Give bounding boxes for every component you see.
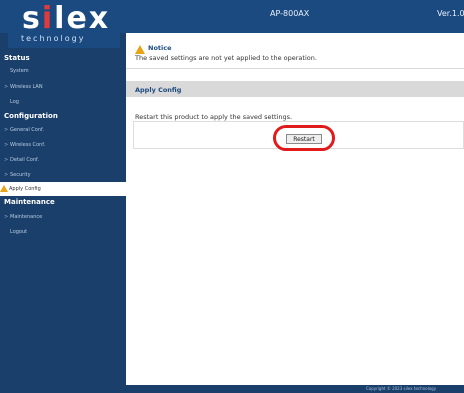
chevron-right-icon: >	[4, 84, 9, 90]
sidebar-item-log[interactable]: Log	[0, 95, 126, 109]
sidebar-item-logout[interactable]: Logout	[0, 225, 126, 239]
section-title: Apply Config	[135, 86, 182, 94]
sidebar-item-apply-config[interactable]: Apply Config	[0, 182, 126, 196]
warning-icon	[0, 182, 8, 196]
sidebar-section-configuration: Configuration	[4, 112, 58, 120]
main-content: Notice The saved settings are not yet ap…	[126, 33, 464, 385]
apply-description: Restart this product to apply the saved …	[135, 113, 293, 121]
chevron-right-icon: >	[4, 127, 9, 133]
silex-logo: silex technology	[8, 4, 120, 48]
footer: Copyright © 2023 silex technology	[126, 385, 464, 393]
logo-tagline: technology	[21, 34, 86, 43]
sidebar-section-maintenance: Maintenance	[4, 198, 55, 206]
section-header: Apply Config	[126, 81, 464, 97]
firmware-version: Ver.1.0.0	[437, 9, 464, 18]
restart-button[interactable]: Restart	[286, 134, 322, 144]
warning-icon	[135, 45, 145, 54]
sidebar-item-general-conf[interactable]: > General Conf.	[0, 123, 126, 137]
sidebar: Status System > Wireless LAN Log Configu…	[0, 48, 126, 393]
notice-title: Notice	[148, 44, 172, 52]
sidebar-item-wireless-conf[interactable]: > Wireless Conf.	[0, 138, 126, 152]
sidebar-item-detail-conf[interactable]: > Detail Conf.	[0, 153, 126, 167]
sidebar-item-maintenance[interactable]: > Maintenance	[0, 210, 126, 224]
model-name: AP-800AX	[270, 9, 310, 18]
chevron-right-icon: >	[4, 172, 9, 178]
sidebar-item-wireless-lan[interactable]: > Wireless LAN	[0, 80, 126, 94]
chevron-right-icon: >	[4, 142, 9, 148]
divider	[126, 68, 464, 69]
sidebar-section-status: Status	[4, 54, 30, 62]
sidebar-item-security[interactable]: > Security	[0, 168, 126, 182]
copyright-text: Copyright © 2023 silex technology	[366, 386, 437, 391]
chevron-right-icon: >	[4, 157, 9, 163]
chevron-right-icon: >	[4, 214, 9, 220]
notice-message: The saved settings are not yet applied t…	[135, 54, 317, 62]
logo-wordmark: silex	[22, 1, 111, 36]
sidebar-item-system[interactable]: System	[0, 64, 126, 78]
